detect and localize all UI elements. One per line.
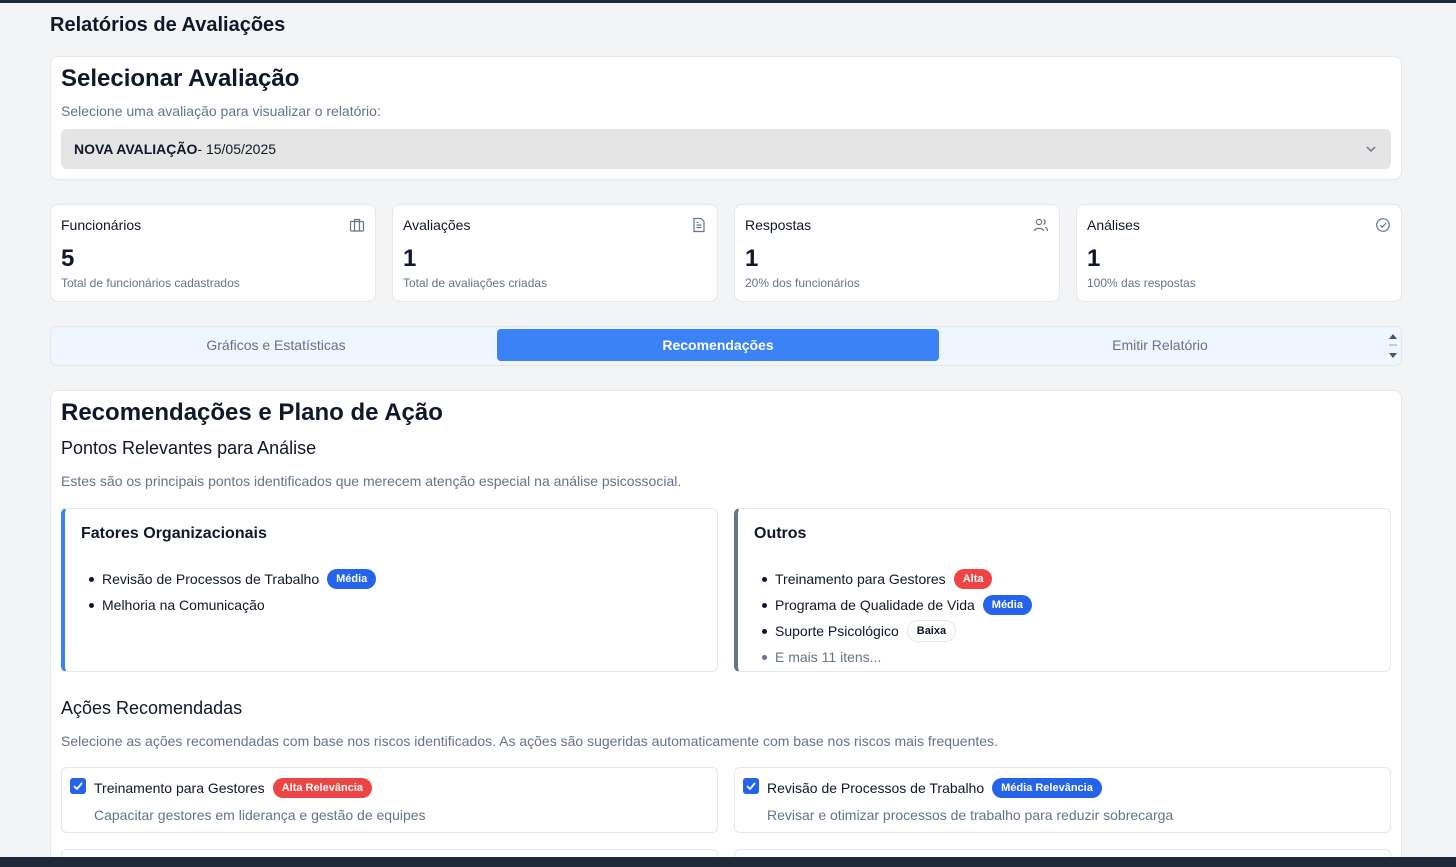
top-bar [0,0,1456,3]
users-icon [1033,218,1049,232]
relevance-badge: Alta Relevância [272,778,373,798]
tab-emitir-relatorio[interactable]: Emitir Relatório [939,329,1381,361]
scroll-arrows-icon[interactable] [1388,331,1398,361]
more-items-text: E mais 11 itens... [754,644,1032,670]
stat-label: Funcionários [61,217,142,233]
list-item: Revisão de Processos de Trabalho Média [81,566,377,592]
stat-label: Avaliações [403,217,471,233]
stat-label: Análises [1087,217,1140,233]
panel-outros: Outros Treinamento para Gestores Alta Pro… [734,508,1391,672]
action-treinamento-gestores[interactable]: Treinamento para Gestores Alta Relevância… [61,767,718,833]
selected-evaluation-name: NOVA AVALIAÇÃO [74,141,198,157]
evaluation-select[interactable]: NOVA AVALIAÇÃO - 15/05/2025 [61,129,1391,169]
checkbox-checked-icon[interactable] [743,778,759,794]
stat-card-avaliacoes: Avaliações 1 Total de avaliações criadas [392,204,718,302]
stat-card-respostas: Respostas 1 20% dos funcionários [734,204,1060,302]
panel-title: Fatores Organizacionais [81,525,267,542]
list-item-text: Programa de Qualidade de Vida [775,597,975,613]
panel-list: Revisão de Processos de Trabalho Média Me… [81,566,377,618]
panel-fatores-organizacionais: Fatores Organizacionais Revisão de Proce… [61,508,718,672]
list-item-text: Melhoria na Comunicação [102,597,265,613]
list-item: Programa de Qualidade de Vida Média [754,592,1032,618]
panel-title: Outros [754,525,807,542]
panel-list: Treinamento para Gestores Alta Programa d… [754,566,1032,670]
list-item-text: Suporte Psicológico [775,623,899,639]
relevance-badge: Média [982,595,1032,615]
tab-recomendacoes[interactable]: Recomendações [497,329,939,361]
stat-value: 1 [403,245,417,272]
list-item: Treinamento para Gestores Alta [754,566,1032,592]
stat-sub: Total de avaliações criadas [403,276,548,290]
action-description: Revisar e otimizar processos de trabalho… [767,807,1174,823]
relevance-badge: Média Relevância [992,778,1102,798]
list-item-text: Treinamento para Gestores [775,571,946,587]
relevance-badge: Média [327,569,377,589]
document-icon [693,217,705,233]
stat-card-funcionarios: Funcionários 5 Total de funcionários cad… [50,204,376,302]
taskbar [0,857,1456,867]
stat-card-analises: Análises 1 100% das respostas [1076,204,1402,302]
select-hint: Selecione uma avaliação para visualizar … [61,103,381,119]
stat-value: 1 [745,245,759,272]
recommendations-card: Recomendações e Plano de Ação Pontos Rel… [50,390,1402,867]
list-item: Melhoria na Comunicação [81,592,376,618]
list-item: Suporte Psicológico Baixa [754,618,1032,644]
relevance-badge: Alta [953,569,993,589]
chevron-down-icon [1366,146,1376,153]
points-heading: Pontos Relevantes para Análise [61,438,317,458]
tab-graficos[interactable]: Gráficos e Estatísticas [55,329,497,361]
action-description: Capacitar gestores em liderança e gestão… [94,807,426,823]
stat-value: 1 [1087,245,1101,272]
action-title: Treinamento para Gestores [94,780,265,796]
report-tabs: Gráficos e Estatísticas Recomendações Em… [50,326,1402,366]
actions-description: Selecione as ações recomendadas com base… [61,733,998,749]
stat-sub: Total de funcionários cadastrados [61,276,240,290]
action-revisao-processos[interactable]: Revisão de Processos de Trabalho Média Re… [734,767,1391,833]
checkbox-checked-icon[interactable] [70,778,86,794]
recommendations-heading: Recomendações e Plano de Ação [61,399,443,426]
select-heading: Selecionar Avaliação [61,65,300,92]
relevance-badge: Baixa [906,620,957,642]
select-evaluation-card: Selecionar Avaliação Selecione uma avali… [50,56,1402,180]
stat-sub: 100% das respostas [1087,276,1196,290]
page-title: Relatórios de Avaliações [50,14,286,36]
actions-heading: Ações Recomendadas [61,698,243,718]
points-description: Estes são os principais pontos identific… [61,473,682,489]
selected-evaluation-date: - 15/05/2025 [197,141,277,157]
check-circle-icon [1376,218,1390,232]
stat-value: 5 [61,245,75,272]
action-title: Revisão de Processos de Trabalho [767,780,985,796]
briefcase-icon [349,218,365,232]
stat-sub: 20% dos funcionários [745,276,860,290]
list-item-text: Revisão de Processos de Trabalho [102,571,320,587]
stat-label: Respostas [745,217,812,233]
